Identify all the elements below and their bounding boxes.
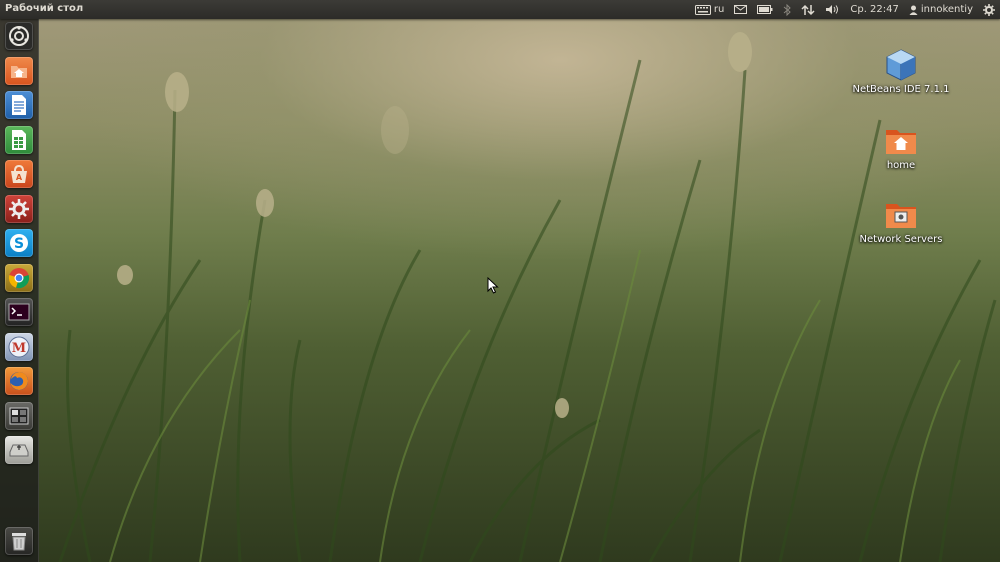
libreoffice-writer-icon [10, 94, 28, 116]
bluetooth-icon [783, 3, 792, 16]
network-folder-icon [884, 198, 918, 232]
session-indicator[interactable] [978, 0, 1000, 19]
gmail-notifier-icon: M [8, 336, 30, 358]
workspace-switcher-icon [9, 407, 29, 425]
launcher-terminal[interactable] [5, 298, 33, 326]
mouse-pointer-icon [487, 276, 499, 298]
top-panel: Рабочий стол ru Ср. 22:47 innokentiy [0, 0, 1000, 19]
network-indicator[interactable] [796, 0, 820, 19]
terminal-icon [8, 303, 30, 321]
desktop-icon-netbeans[interactable]: NetBeans IDE 7.1.1 [846, 48, 956, 95]
dash-home-icon [8, 25, 30, 47]
launcher-firefox[interactable] [5, 367, 33, 395]
netbeans-icon [884, 48, 918, 82]
chrome-icon [8, 267, 30, 289]
window-title: Рабочий стол [5, 3, 84, 14]
messaging-indicator[interactable] [729, 0, 752, 19]
keyboard-layout-label: ru [713, 4, 725, 15]
launcher-removable-drive[interactable] [5, 436, 33, 464]
svg-text:M: M [12, 341, 26, 356]
bluetooth-indicator[interactable] [778, 0, 796, 19]
network-arrows-icon [801, 4, 815, 16]
libreoffice-calc-icon [10, 129, 28, 151]
user-indicator[interactable]: innokentiy [904, 0, 978, 19]
launcher-trash[interactable] [5, 527, 33, 555]
desktop-icon-label: Network Servers [859, 234, 943, 245]
system-settings-icon [8, 198, 30, 220]
launcher-software-center[interactable]: A [5, 160, 33, 188]
svg-text:A: A [16, 173, 23, 182]
launcher-skype[interactable]: S [5, 229, 33, 257]
launcher: A S M [0, 19, 39, 562]
desktop-icon-label: NetBeans IDE 7.1.1 [852, 84, 950, 95]
clock-label: Ср. 22:47 [850, 4, 899, 15]
desktop-icon-label: home [886, 160, 916, 171]
gear-icon [983, 3, 995, 16]
keyboard-indicator[interactable]: ru [690, 0, 729, 19]
battery-icon [757, 5, 773, 14]
launcher-system-settings[interactable] [5, 195, 33, 223]
user-name: innokentiy [920, 4, 973, 15]
ubuntu-software-center-icon: A [8, 164, 30, 184]
clock-indicator[interactable]: Ср. 22:47 [845, 0, 904, 19]
desktop-icon-network-servers[interactable]: Network Servers [846, 198, 956, 245]
launcher-writer[interactable] [5, 91, 33, 119]
trash-icon [10, 531, 28, 551]
home-folder-icon [884, 124, 918, 158]
speaker-icon [825, 4, 840, 15]
firefox-icon [8, 370, 30, 392]
removable-drive-icon [8, 441, 30, 459]
launcher-home-folder[interactable] [5, 57, 33, 85]
svg-text:S: S [14, 236, 24, 252]
battery-indicator[interactable] [752, 0, 778, 19]
envelope-icon [734, 5, 748, 14]
keyboard-icon [694, 4, 711, 15]
home-folder-icon [9, 62, 29, 80]
skype-icon: S [8, 232, 30, 254]
user-icon [909, 5, 918, 15]
launcher-dash-button[interactable] [5, 22, 33, 50]
desktop-icon-home[interactable]: home [846, 124, 956, 171]
launcher-gmail-notifier[interactable]: M [5, 333, 33, 361]
launcher-chrome[interactable] [5, 264, 33, 292]
launcher-workspace-switcher[interactable] [5, 402, 33, 430]
sound-indicator[interactable] [820, 0, 845, 19]
launcher-calc[interactable] [5, 126, 33, 154]
indicator-area: ru Ср. 22:47 innokentiy [690, 0, 1000, 19]
